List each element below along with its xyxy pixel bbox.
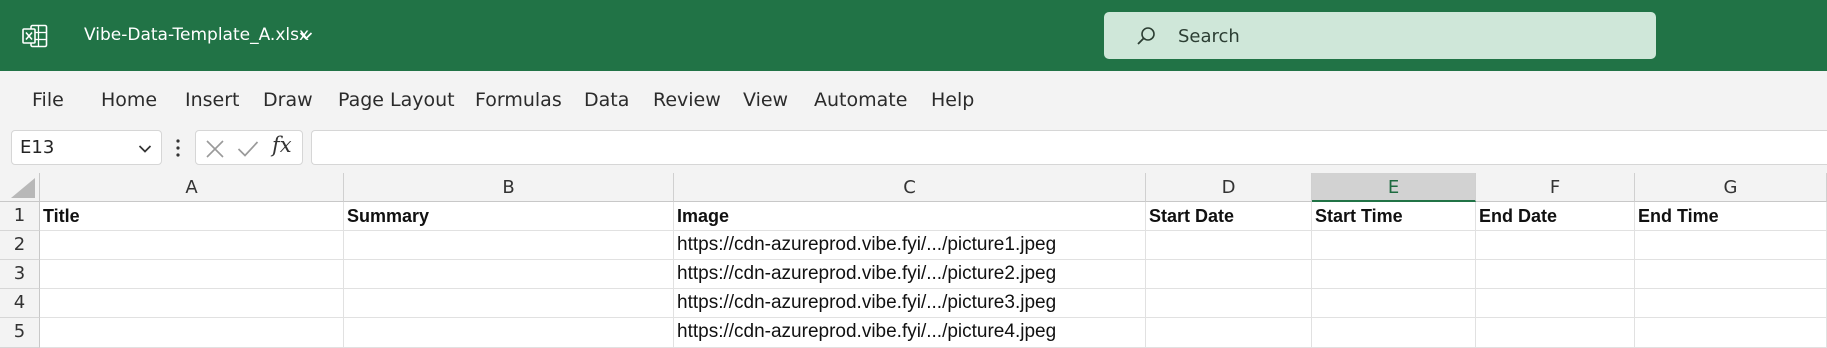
cell-g1[interactable]: End Time <box>1635 202 1827 231</box>
cell-c4[interactable]: https://cdn-azureprod.vibe.fyi/.../pictu… <box>674 289 1146 318</box>
cell-g3[interactable] <box>1635 260 1827 289</box>
insert-function-icon[interactable]: fx <box>272 133 292 157</box>
search-placeholder: Search <box>1178 26 1240 47</box>
cell-d3[interactable] <box>1146 260 1312 289</box>
cell-e2[interactable] <box>1312 231 1476 260</box>
row-header-4[interactable]: 4 <box>0 289 40 318</box>
ribbon-menu: File Home Insert Draw Page Layout Formul… <box>0 71 1827 129</box>
column-header-g[interactable]: G <box>1635 173 1827 202</box>
cell-c3[interactable]: https://cdn-azureprod.vibe.fyi/.../pictu… <box>674 260 1146 289</box>
cell-g4[interactable] <box>1635 289 1827 318</box>
column-header-a[interactable]: A <box>40 173 344 202</box>
cell-a2[interactable] <box>40 231 344 260</box>
check-icon[interactable] <box>237 139 259 159</box>
menu-draw[interactable]: Draw <box>263 85 313 115</box>
menu-file[interactable]: File <box>32 85 64 115</box>
formula-input[interactable] <box>311 130 1827 165</box>
cell-e4[interactable] <box>1312 289 1476 318</box>
cell-a1[interactable]: Title <box>40 202 344 231</box>
cell-c5[interactable]: https://cdn-azureprod.vibe.fyi/.../pictu… <box>674 318 1146 348</box>
cell-a5[interactable] <box>40 318 344 348</box>
row-header-2[interactable]: 2 <box>0 231 40 260</box>
formula-actions: fx <box>195 130 303 165</box>
row-header-5[interactable]: 5 <box>0 318 40 348</box>
cell-f3[interactable] <box>1476 260 1635 289</box>
cell-f2[interactable] <box>1476 231 1635 260</box>
cell-g5[interactable] <box>1635 318 1827 348</box>
menu-view[interactable]: View <box>743 85 788 115</box>
menu-insert[interactable]: Insert <box>185 85 240 115</box>
menu-formulas[interactable]: Formulas <box>475 85 562 115</box>
search-icon <box>1137 27 1155 45</box>
menu-data[interactable]: Data <box>584 85 629 115</box>
cell-f4[interactable] <box>1476 289 1635 318</box>
more-options-icon[interactable] <box>175 138 181 158</box>
name-box[interactable]: E13 <box>11 130 162 165</box>
chevron-down-icon[interactable] <box>299 31 313 41</box>
chevron-down-icon[interactable] <box>138 144 152 154</box>
spreadsheet-grid: A B C D E F G 1 2 3 4 5 Title Summary Imag… <box>0 173 1827 348</box>
column-header-d[interactable]: D <box>1146 173 1312 202</box>
cell-b5[interactable] <box>344 318 674 348</box>
cell-e3[interactable] <box>1312 260 1476 289</box>
cell-b1[interactable]: Summary <box>344 202 674 231</box>
cell-d1[interactable]: Start Date <box>1146 202 1312 231</box>
formula-bar: E13 fx <box>0 129 1827 173</box>
cell-g2[interactable] <box>1635 231 1827 260</box>
cell-c2[interactable]: https://cdn-azureprod.vibe.fyi/.../pictu… <box>674 231 1146 260</box>
cell-e5[interactable] <box>1312 318 1476 348</box>
excel-icon[interactable] <box>22 24 48 48</box>
menu-review[interactable]: Review <box>653 85 721 115</box>
column-header-e[interactable]: E <box>1312 173 1476 202</box>
file-name[interactable]: Vibe-Data-Template_A.xlsx <box>84 25 309 45</box>
row-header-1[interactable]: 1 <box>0 202 40 231</box>
cell-a4[interactable] <box>40 289 344 318</box>
cell-e1[interactable]: Start Time <box>1312 202 1476 231</box>
search-box[interactable]: Search <box>1104 12 1656 59</box>
cell-c1[interactable]: Image <box>674 202 1146 231</box>
cell-f5[interactable] <box>1476 318 1635 348</box>
cell-b4[interactable] <box>344 289 674 318</box>
name-box-value: E13 <box>20 137 55 158</box>
cell-f1[interactable]: End Date <box>1476 202 1635 231</box>
cell-d5[interactable] <box>1146 318 1312 348</box>
select-all-corner[interactable] <box>0 173 40 202</box>
menu-help[interactable]: Help <box>931 85 974 115</box>
column-header-c[interactable]: C <box>674 173 1146 202</box>
column-header-f[interactable]: F <box>1476 173 1635 202</box>
cell-d2[interactable] <box>1146 231 1312 260</box>
menu-automate[interactable]: Automate <box>814 85 907 115</box>
cell-b3[interactable] <box>344 260 674 289</box>
menu-home[interactable]: Home <box>101 85 157 115</box>
title-bar: Vibe-Data-Template_A.xlsx Search <box>0 0 1827 71</box>
cell-d4[interactable] <box>1146 289 1312 318</box>
cell-a3[interactable] <box>40 260 344 289</box>
column-header-b[interactable]: B <box>344 173 674 202</box>
menu-page-layout[interactable]: Page Layout <box>338 85 455 115</box>
row-header-3[interactable]: 3 <box>0 260 40 289</box>
cancel-icon[interactable] <box>205 139 225 159</box>
select-all-icon <box>11 178 35 198</box>
cell-b2[interactable] <box>344 231 674 260</box>
